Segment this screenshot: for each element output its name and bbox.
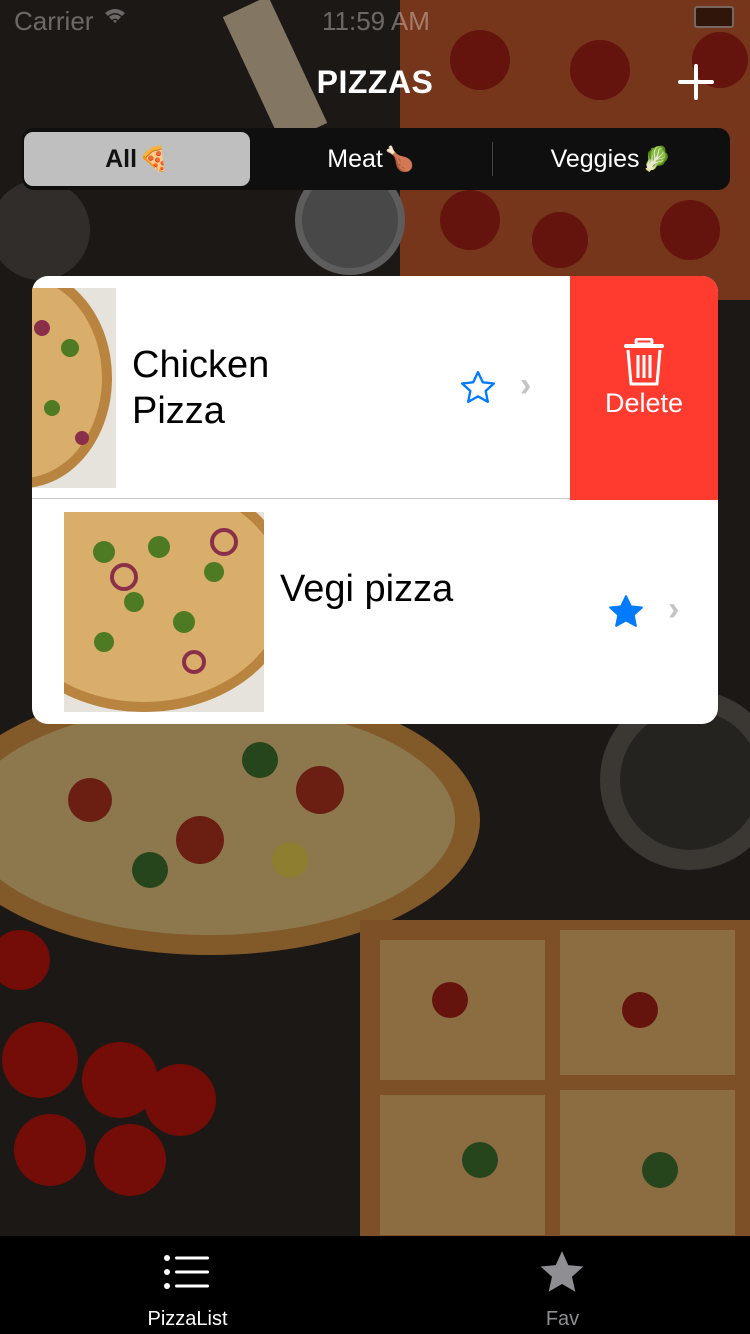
delete-label: Delete [604, 388, 684, 418]
leafy-green-emoji-icon: 🥬 [641, 145, 672, 173]
list-icon [164, 1255, 209, 1289]
tab-fav[interactable]: Fav [375, 1236, 750, 1334]
tab-bar: PizzaList Fav [0, 1236, 750, 1334]
tab-label: Fav [545, 1308, 580, 1330]
tab-label: PizzaList [147, 1308, 228, 1330]
add-pizza-button[interactable] [674, 60, 718, 104]
favorite-star-outline-icon[interactable] [458, 368, 498, 408]
segment-label: Meat [327, 144, 383, 173]
status-time: 11:59 AM [322, 6, 430, 36]
drumstick-emoji-icon: 🍗 [384, 145, 415, 173]
category-segmented-control: All 🍕 Meat 🍗 Veggies 🥬 [22, 128, 730, 190]
trash-icon [624, 338, 664, 386]
row-divider [32, 498, 570, 499]
pizza-thumbnail [64, 512, 264, 712]
pizza-name: Vegi pizza [280, 568, 454, 610]
status-bar: Carrier 11:59 AM [0, 0, 750, 40]
delete-button[interactable]: Delete [570, 276, 718, 500]
segment-all[interactable]: All 🍕 [24, 132, 250, 186]
segment-divider [492, 142, 493, 176]
pizza-row-vegi[interactable]: Vegi pizza › [32, 500, 718, 724]
pizza-list: Chicken Pizza › Delete Vegi pizza › [32, 276, 718, 724]
segment-veggies[interactable]: Veggies 🥬 [494, 132, 728, 186]
segment-label: Veggies [550, 144, 640, 173]
pizza-emoji-icon: 🍕 [139, 145, 169, 173]
tab-pizzalist[interactable]: PizzaList [0, 1236, 375, 1334]
pizza-thumbnail [32, 288, 116, 488]
segment-label: All [105, 144, 138, 173]
pizza-name: Chicken Pizza [132, 344, 270, 432]
star-icon [540, 1251, 584, 1292]
page-title: PIZZAS [316, 64, 434, 100]
chevron-right-icon: › [520, 366, 532, 404]
favorite-star-filled-icon[interactable] [606, 592, 646, 632]
battery-icon [694, 6, 734, 28]
status-carrier: Carrier [14, 6, 94, 36]
chevron-right-icon: › [668, 590, 680, 628]
segment-meat[interactable]: Meat 🍗 [254, 132, 488, 186]
wifi-icon [104, 4, 126, 32]
pizza-row-chicken[interactable]: Chicken Pizza › Delete [32, 276, 718, 500]
